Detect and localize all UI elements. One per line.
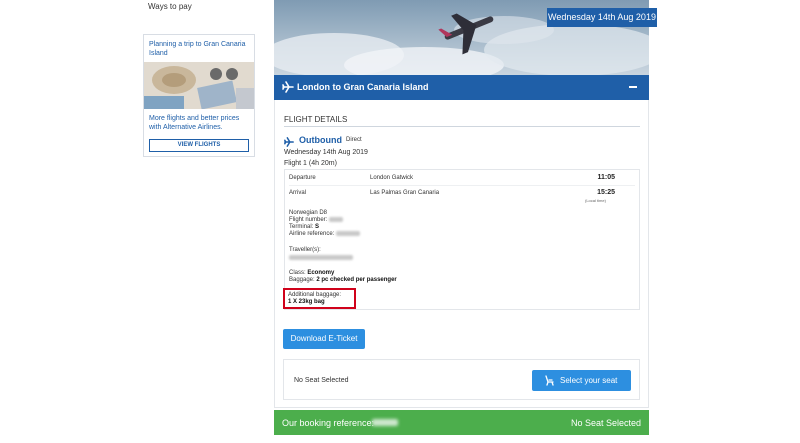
seat-icon <box>545 375 554 386</box>
flight-date-badge: Wednesday 14th Aug 2019 <box>547 8 657 27</box>
booking-reference-bar: Our booking reference: No Seat Selected <box>274 410 649 435</box>
redacted-value <box>336 231 361 236</box>
route-title: London to Gran Canaria Island <box>297 82 429 92</box>
terminal-value: S <box>315 224 320 230</box>
baggage: Baggage: 2 pc checked per passenger <box>289 277 397 284</box>
traveller-name <box>289 255 353 262</box>
airline-name: Norwegian D8 <box>289 210 328 216</box>
additional-baggage-value: 1 X 23kg bag <box>288 299 325 305</box>
arrival-label: Arrival <box>289 190 307 196</box>
terminal: Terminal: S <box>289 224 319 231</box>
minus-icon[interactable] <box>629 86 637 88</box>
route-header[interactable]: London to Gran Canaria Island <box>274 75 649 100</box>
travel-class: Class: Economy <box>289 270 334 277</box>
redacted-value <box>329 217 344 222</box>
select-seat-label: Select your seat <box>560 376 618 385</box>
airline-reference: Airline reference: <box>289 231 361 238</box>
plane-icon <box>284 137 294 147</box>
additional-baggage-label: Additional baggage: <box>288 292 342 298</box>
divider <box>284 126 640 127</box>
departure-label: Departure <box>289 175 316 181</box>
flight-number-label: Flight number: <box>289 217 328 224</box>
booking-reference-label: Our booking reference: <box>282 418 375 428</box>
booking-seat-status: No Seat Selected <box>570 418 641 428</box>
outbound-date: Wednesday 14th Aug 2019 <box>284 149 368 156</box>
promo-card: Planning a trip to Gran Canaria Island M… <box>143 34 255 157</box>
promo-description: More flights and better prices with Alte… <box>149 115 240 131</box>
download-eticket-button[interactable]: Download E-Ticket <box>283 329 365 349</box>
airline-reference-label: Airline reference: <box>289 231 335 238</box>
outbound-label: Outbound <box>299 135 342 145</box>
departure-airport: London Gatwick <box>370 175 414 181</box>
view-flights-button[interactable]: VIEW FLIGHTS <box>149 139 249 152</box>
seat-selection-panel: No Seat Selected Select your seat <box>283 359 640 400</box>
flight-type: Direct <box>346 137 362 143</box>
flight-duration: Flight 1 (4h 20m) <box>284 160 337 167</box>
arrival-airport: Las Palmas Gran Canaria <box>370 190 440 196</box>
plane-icon <box>282 81 294 93</box>
flight-details-heading: FLIGHT DETAILS <box>284 115 348 124</box>
class-label: Class: <box>289 270 306 276</box>
ways-to-pay-link[interactable]: Ways to pay <box>148 2 192 11</box>
redacted-value <box>289 255 353 260</box>
baggage-value: 2 pc checked per passenger <box>316 277 397 283</box>
terminal-label: Terminal: <box>289 224 314 230</box>
promo-image <box>144 62 254 109</box>
seat-status: No Seat Selected <box>294 377 349 384</box>
select-seat-button[interactable]: Select your seat <box>532 370 631 391</box>
departure-time: 11:05 <box>597 174 615 181</box>
travellers-label: Traveller(s): <box>289 247 321 253</box>
redacted-value <box>372 419 398 426</box>
baggage-label: Baggage: <box>289 277 315 283</box>
promo-title[interactable]: Planning a trip to Gran Canaria Island <box>144 35 254 62</box>
divider <box>289 185 635 186</box>
class-value: Economy <box>307 270 335 276</box>
local-time-note: (Local time) <box>585 198 606 203</box>
arrival-time: 15:25 <box>597 189 615 196</box>
